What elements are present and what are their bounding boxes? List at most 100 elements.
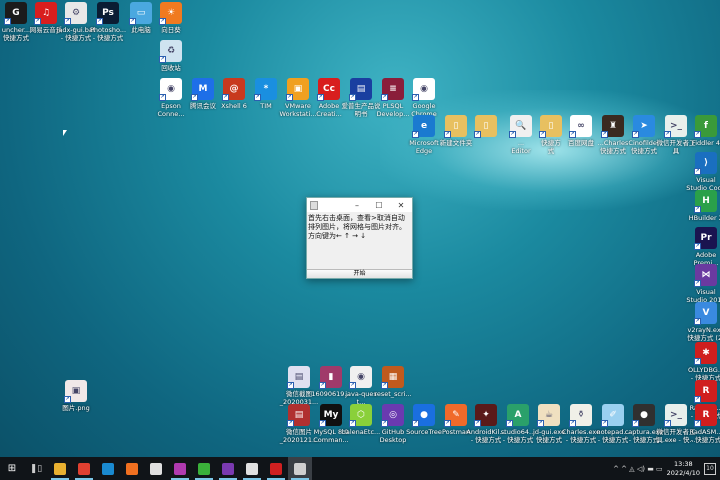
taskbar-app-app-penguin[interactable] xyxy=(144,457,168,480)
shortcut-arrow-icon: ↗ xyxy=(444,131,451,138)
app-glyph: ✎ xyxy=(452,410,460,420)
app-icon: ◉ ↗ xyxy=(349,366,372,389)
shortcut-arrow-icon: ↗ xyxy=(412,94,419,101)
game-dialog-window: – ☐ ✕ 首先右击桌面，查看>取消自动排列图片，将网格与图片对齐。方向键为← … xyxy=(306,197,413,279)
mouse-cursor xyxy=(63,130,67,136)
minimize-button[interactable]: – xyxy=(346,201,368,210)
tray-icons[interactable]: ^ ^ ◬ ◁) ▬ ▭ xyxy=(613,465,663,473)
desktop-icon[interactable]: V↗v2rayN.exe 快捷方式 (2) xyxy=(687,302,720,342)
taskbar-app-app-penguin-2[interactable] xyxy=(240,457,264,480)
app-glyph: ▯ xyxy=(453,121,459,131)
app-glyph: My xyxy=(323,410,339,420)
icon-label: reset_scri... xyxy=(374,390,412,398)
desktop-icon[interactable]: G ↗ uncher... 快捷方式 xyxy=(0,2,32,42)
start-button[interactable]: 开始 xyxy=(307,269,412,278)
start-menu-button[interactable]: ⊞ xyxy=(0,457,24,480)
app-glyph: R xyxy=(702,386,710,396)
shortcut-arrow-icon: ↗ xyxy=(664,131,671,138)
desktop-icon[interactable]: ▦ ↗ reset_scri... xyxy=(374,366,412,398)
shortcut-arrow-icon: ↗ xyxy=(412,131,419,138)
shortcut-arrow-icon: ↗ xyxy=(317,94,324,101)
desktop-icon[interactable]: ◉ ↗ Google Chrome xyxy=(408,78,440,118)
shortcut-arrow-icon: ↗ xyxy=(694,318,701,325)
desktop-icon[interactable]: f ↗ Fiddler 4 xyxy=(690,115,720,147)
taskbar-app-java-app[interactable] xyxy=(288,457,312,480)
app-icon: ≡ ↗ xyxy=(381,78,404,101)
icon-label: v2rayN.exe 快捷方式 (2) xyxy=(687,326,720,342)
shortcut-arrow-icon: ↗ xyxy=(694,168,701,175)
app-icon: ☕ ↗ xyxy=(537,404,560,427)
desktop-icon[interactable]: ▯ ↗ 新建文件夹 xyxy=(440,115,472,147)
desktop-icon[interactable]: ◎ ↗ GitHub Desktop xyxy=(377,404,409,444)
app-glyph: H xyxy=(702,196,710,206)
chrome-icon xyxy=(78,462,90,475)
shortcut-arrow-icon: ↗ xyxy=(64,18,71,25)
shortcut-arrow-icon: ↗ xyxy=(474,420,481,427)
app-glyph: ∞ xyxy=(577,121,585,131)
app-icon: >_ ↗ xyxy=(664,115,687,138)
shortcut-arrow-icon: ↗ xyxy=(694,420,701,427)
shortcut-arrow-icon: ↗ xyxy=(694,358,701,365)
desktop-icon[interactable]: R↗RadASM... - 快捷方式 xyxy=(690,404,720,444)
desktop-icon[interactable]: ⟩↗Visual Studio Code xyxy=(686,152,720,192)
java-app-icon xyxy=(294,462,306,475)
wechat-icon xyxy=(198,462,210,475)
task-view-button[interactable]: ❚▯ xyxy=(24,457,48,480)
shortcut-arrow-icon: ↗ xyxy=(96,18,103,25)
app-icon: ▤ ↗ xyxy=(287,404,310,427)
app-icon: ⬡ ↗ xyxy=(349,404,372,427)
notification-center-button[interactable]: 10 xyxy=(704,462,716,475)
close-button[interactable]: ✕ xyxy=(390,201,412,210)
shortcut-arrow-icon: ↗ xyxy=(159,94,166,101)
taskbar-app-visual-studio[interactable] xyxy=(216,457,240,480)
desktop-icon[interactable]: ▣ ↗ 图片.png xyxy=(60,380,92,412)
app-icon: ☀ ↗ xyxy=(159,2,182,25)
jetbrains-icon xyxy=(174,462,186,475)
windows-icon: ⊞ xyxy=(7,463,17,474)
app-icon: >_ ↗ xyxy=(664,404,687,427)
taskbar-app-firefox[interactable] xyxy=(120,457,144,480)
app-icon: My ↗ xyxy=(319,404,342,427)
app-glyph: ⚙ xyxy=(71,8,81,18)
app-glyph: ▯ xyxy=(483,121,489,131)
app-glyph: R xyxy=(702,410,710,420)
taskbar-app-file-explorer[interactable] xyxy=(48,457,72,480)
desktop-icon[interactable]: ◉ ↗ Epson Conne... xyxy=(155,78,187,118)
taskbar-app-jetbrains[interactable] xyxy=(168,457,192,480)
desktop-icon[interactable]: ▯ ↗ 快捷方 式 xyxy=(535,115,567,155)
taskbar-app-edge[interactable] xyxy=(96,457,120,480)
app-icon: ♜ ↗ xyxy=(601,115,624,138)
desktop-icon[interactable]: e ↗ Microsoft Edge xyxy=(408,115,440,155)
app-icon: ➤ ↗ xyxy=(632,115,655,138)
desktop-icon[interactable]: ☀ ↗ 向日葵 xyxy=(155,2,187,34)
app-icon: ▦ ↗ xyxy=(381,366,404,389)
shortcut-arrow-icon: ↗ xyxy=(569,131,576,138)
shortcut-arrow-icon: ↗ xyxy=(444,420,451,427)
taskbar-app-wechat[interactable] xyxy=(192,457,216,480)
desktop-icon[interactable]: ♻ ↗ 回收站 xyxy=(155,40,187,72)
shortcut-arrow-icon: ↗ xyxy=(254,94,261,101)
clock[interactable]: 13:38 2022/4/10 xyxy=(667,460,700,478)
app-icon: ▯ ↗ xyxy=(474,115,497,138)
app-icon: ✎ ↗ xyxy=(444,404,467,427)
desktop-icon[interactable]: ▯ ↗ xyxy=(470,115,502,139)
desktop-icon[interactable]: H ↗ HBuilder X xyxy=(689,190,720,222)
desktop-icon[interactable]: ✱↗OLLYDBG... - 快捷方式 xyxy=(688,342,720,382)
shortcut-arrow-icon: ↗ xyxy=(349,94,356,101)
desktop-icon[interactable]: >_ ↗ 微信开发者工 具 xyxy=(657,115,696,155)
app-glyph: @ xyxy=(229,84,239,94)
maximize-button[interactable]: ☐ xyxy=(368,201,390,210)
desktop-icon[interactable]: ◉ ↗ java-quest... xyxy=(345,366,377,406)
taskbar-app-recorder[interactable] xyxy=(264,457,288,480)
app-glyph: A xyxy=(514,410,522,420)
desktop-icon[interactable]: Ps ↗ Photosho... - 快捷方式 xyxy=(90,2,126,42)
app-glyph: ☕ xyxy=(544,410,554,420)
desktop-icon[interactable]: My ↗ MySQL 8.0 Comman... xyxy=(313,404,349,444)
desktop-icon[interactable]: ▤ ↗ 微信截图 _2020031... xyxy=(280,366,318,406)
desktop-icon[interactable]: Pr ↗ Adobe Premi... xyxy=(690,227,720,267)
icon-label: 图片.png xyxy=(62,404,90,412)
taskbar-app-chrome[interactable] xyxy=(72,457,96,480)
shortcut-arrow-icon: ↗ xyxy=(191,94,198,101)
title-bar[interactable]: – ☐ ✕ xyxy=(307,198,412,212)
desktop-icon[interactable]: ⋈↗Visual Studio 2015 xyxy=(686,264,720,304)
